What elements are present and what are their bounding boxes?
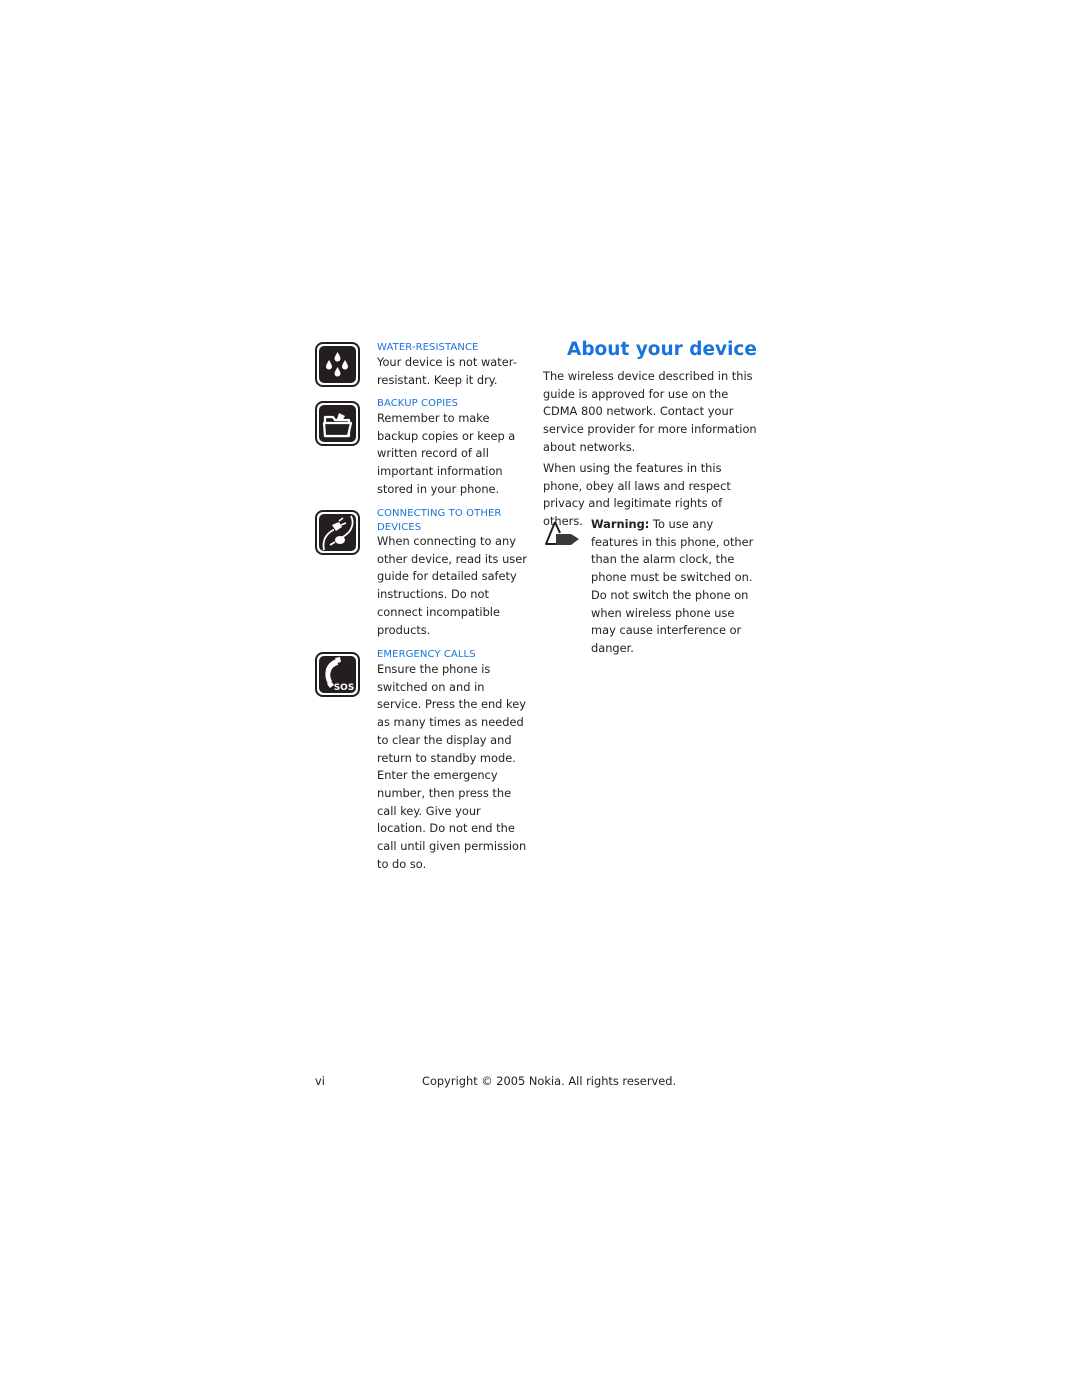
about-paragraph-1: The wireless device described in this gu…: [543, 369, 757, 454]
water-drops-icon: [315, 342, 360, 387]
sos-phone-icon: SOS: [315, 652, 360, 697]
page-title: About your device: [567, 339, 757, 360]
warning-text: To use any features in this phone, other…: [591, 517, 754, 655]
water-resistance-text: Your device is not water-resistant. Keep…: [377, 355, 517, 387]
warning-hand-icon: [544, 520, 582, 548]
emergency-calls-heading: EMERGENCY CALLS: [377, 649, 476, 660]
water-resistance-heading: WATER-RESISTANCE: [377, 342, 479, 353]
warning-note: Warning: To use any features in this pho…: [591, 516, 761, 658]
copyright-notice: Copyright © 2005 Nokia. All rights reser…: [422, 1074, 677, 1088]
warning-label: Warning:: [591, 517, 650, 531]
connecting-devices-heading: CONNECTING TO OTHER DEVICES: [377, 508, 502, 533]
sos-label: SOS: [334, 683, 355, 693]
backup-copies-text: Remember to make backup copies or keep a…: [377, 411, 516, 496]
backup-copies-heading: BACKUP COPIES: [377, 398, 459, 409]
emergency-calls-text: Ensure the phone is switched on and in s…: [377, 662, 527, 871]
connecting-devices-text: When connecting to any other device, rea…: [377, 534, 527, 637]
folder-icon: [315, 401, 360, 446]
page-number: vi: [315, 1074, 325, 1088]
plug-cable-icon: [315, 510, 360, 555]
